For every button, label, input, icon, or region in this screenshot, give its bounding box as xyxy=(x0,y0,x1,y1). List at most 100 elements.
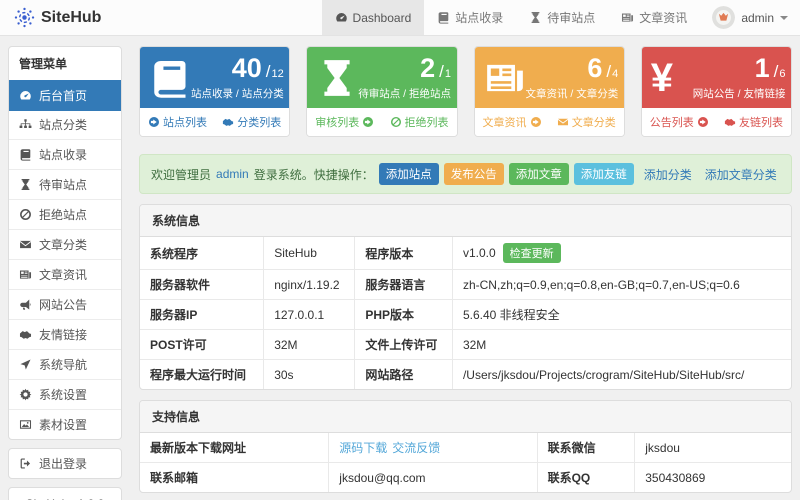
sidebar-item-label: 系统导航 xyxy=(39,358,88,372)
yen-icon: ¥ xyxy=(650,56,673,100)
sidebar-item-material-settings[interactable]: 素材设置 xyxy=(9,410,121,439)
sidebar-item-articles[interactable]: 文章资讯 xyxy=(9,260,121,290)
support-info-panel: 支持信息 最新版本下载网址 源码下载 交流反馈 联系微信 jksdou 联系邮箱 … xyxy=(139,400,792,493)
sidebar-item-announcements[interactable]: 网站公告 xyxy=(9,290,121,320)
nav-item-pending-sites[interactable]: 待审站点 xyxy=(516,0,608,35)
sidebar-item-sites[interactable]: 站点收录 xyxy=(9,140,121,170)
version-label: SiteHub v1.0.0 xyxy=(9,488,121,500)
sidebar-item-system-settings[interactable]: 系统设置 xyxy=(9,380,121,410)
stat-total: 6 xyxy=(779,68,786,80)
info-value: 32M xyxy=(263,329,356,360)
rejected-list-link[interactable]: 拒绝列表 xyxy=(390,114,449,130)
link-label: 分类列表 xyxy=(237,117,282,129)
nav-item-sites[interactable]: 站点收录 xyxy=(424,0,516,35)
stat-card-body: ¥ 1/6 网站公告 / 友情链接 xyxy=(641,47,791,108)
stat-label: 网站公告 / 友情链接 xyxy=(692,88,786,100)
newspaper-icon xyxy=(621,11,634,24)
logout-button[interactable]: 退出登录 xyxy=(9,449,121,478)
nav-item-label: Dashboard xyxy=(352,10,412,25)
article-category-link[interactable]: 文章分类 xyxy=(557,114,616,130)
tachometer-icon xyxy=(19,89,32,102)
brand[interactable]: SiteHub xyxy=(0,0,115,35)
info-label: 程序版本 xyxy=(354,236,453,270)
nav-item-label: 文章资讯 xyxy=(639,11,688,25)
sidebar-item-article-categories[interactable]: 文章分类 xyxy=(9,230,121,260)
info-value: 350430869 xyxy=(634,462,791,492)
welcome-text: 登录系统。快捷操作： xyxy=(253,167,374,182)
arrow-circle-icon xyxy=(362,116,374,128)
stat-card-footer: 站点列表 分类列表 xyxy=(140,108,290,136)
nav-item-dashboard[interactable]: Dashboard xyxy=(321,0,425,35)
check-update-button[interactable]: 检查更新 xyxy=(502,243,561,263)
sidebar-item-system-nav[interactable]: 系统导航 xyxy=(9,350,121,380)
add-article-button[interactable]: 添加文章 xyxy=(508,163,569,185)
sidebar-item-rejected-sites[interactable]: 拒绝站点 xyxy=(9,200,121,230)
stat-card-footer: 公告列表 友链列表 xyxy=(641,108,791,136)
table-row: 联系邮箱 jksdou@qq.com 联系QQ 350430869 xyxy=(140,462,791,492)
feedback-link[interactable]: 交流反馈 xyxy=(392,441,440,455)
envelope-icon xyxy=(557,116,569,128)
stat-label: 文章资讯 / 文章分类 xyxy=(525,88,619,100)
sidebar-item-label: 待审站点 xyxy=(39,178,88,192)
nav-item-articles[interactable]: 文章资讯 xyxy=(608,0,700,35)
site-list-link[interactable]: 站点列表 xyxy=(148,114,207,130)
info-label: POST许可 xyxy=(140,329,265,360)
stat-value: 40 xyxy=(231,53,262,83)
stats-row: 40/12 站点收录 / 站点分类 站点列表 分类列表 2/1 待审站点 / 拒… xyxy=(139,46,792,137)
sidebar-item-dashboard[interactable]: 后台首页 xyxy=(9,80,121,111)
add-article-category-link[interactable]: 添加文章分类 xyxy=(705,166,777,183)
info-value: 32M xyxy=(451,329,791,360)
nav-item-label: 站点收录 xyxy=(455,11,504,25)
hourglass-icon xyxy=(316,57,358,99)
add-site-button[interactable]: 添加站点 xyxy=(378,163,439,185)
stat-card-pending: 2/1 待审站点 / 拒绝站点 审核列表 拒绝列表 xyxy=(306,46,458,137)
version-value: v1.0.0 xyxy=(462,246,496,260)
sidebar-item-label: 站点分类 xyxy=(39,118,88,132)
info-label: 服务器语言 xyxy=(354,269,453,300)
user-menu[interactable]: admin xyxy=(700,0,800,35)
announcement-list-link[interactable]: 公告列表 xyxy=(650,114,709,130)
info-label: 联系邮箱 xyxy=(140,462,330,492)
brand-title: SiteHub xyxy=(41,8,102,26)
arrow-circle-icon xyxy=(148,116,160,128)
stat-card-announcements: ¥ 1/6 网站公告 / 友情链接 公告列表 友链列表 xyxy=(640,46,792,137)
logout-card: 退出登录 xyxy=(8,448,122,479)
admin-user-link[interactable]: admin xyxy=(216,167,249,181)
publish-announcement-button[interactable]: 发布公告 xyxy=(443,163,504,185)
nav-menu: Dashboard 站点收录 待审站点 文章资讯 admin xyxy=(321,0,800,35)
gear-icon xyxy=(19,388,32,401)
source-download-link[interactable]: 源码下载 xyxy=(339,441,387,455)
info-label: 联系QQ xyxy=(536,462,636,492)
sidebar-item-friend-links[interactable]: 友情链接 xyxy=(9,320,121,350)
article-list-link[interactable]: 文章资讯 xyxy=(483,114,542,130)
ban-icon xyxy=(390,116,402,128)
sidebar-item-label: 后台首页 xyxy=(39,89,88,103)
info-value: 30s xyxy=(263,359,356,389)
info-value: v1.0.0 检查更新 xyxy=(451,236,791,270)
sidebar-item-label: 网站公告 xyxy=(39,298,88,312)
handshake-icon xyxy=(19,328,32,341)
stat-numbers: 1/6 网站公告 / 友情链接 xyxy=(693,55,786,101)
stat-card-footer: 审核列表 拒绝列表 xyxy=(307,108,457,136)
user-avatar xyxy=(712,6,736,29)
table-row: 系统程序 SiteHub 程序版本 v1.0.0 检查更新 xyxy=(140,236,791,270)
envelope-icon xyxy=(19,238,32,251)
add-category-link[interactable]: 添加分类 xyxy=(644,166,692,183)
category-list-link[interactable]: 分类列表 xyxy=(222,114,281,130)
sidebar-item-pending-sites[interactable]: 待审站点 xyxy=(9,170,121,200)
link-label: 站点列表 xyxy=(163,117,207,129)
stat-card-sites: 40/12 站点收录 / 站点分类 站点列表 分类列表 xyxy=(139,46,291,137)
newspaper-icon xyxy=(484,57,526,99)
stat-separator: / xyxy=(265,62,271,81)
stat-separator: / xyxy=(606,62,612,81)
sitehub-logo-icon xyxy=(14,7,35,28)
add-friend-link-button[interactable]: 添加友链 xyxy=(573,163,634,185)
info-value: jksdou@qq.com xyxy=(328,462,538,492)
book-icon xyxy=(437,11,450,24)
stat-card-articles: 6/4 文章资讯 / 文章分类 文章资讯 文章分类 xyxy=(473,46,625,137)
review-list-link[interactable]: 审核列表 xyxy=(315,114,374,130)
newspaper-icon xyxy=(19,268,32,281)
welcome-text: 欢迎管理员 xyxy=(151,167,212,182)
friend-link-list-link[interactable]: 友链列表 xyxy=(724,114,783,130)
sidebar-item-site-categories[interactable]: 站点分类 xyxy=(9,110,121,140)
